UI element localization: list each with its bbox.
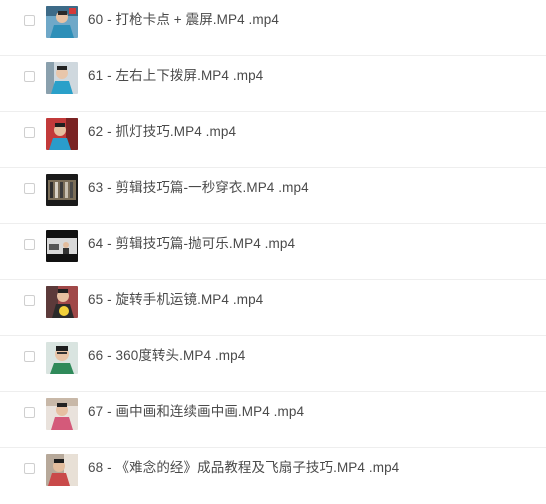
video-thumbnail[interactable] bbox=[46, 62, 78, 94]
select-checkbox[interactable] bbox=[24, 407, 35, 418]
file-row[interactable]: 66 - 360度转头.MP4 .mp4 bbox=[0, 336, 546, 392]
file-row[interactable]: 62 - 抓灯技巧.MP4 .mp4 bbox=[0, 112, 546, 168]
file-row[interactable]: 64 - 剪辑技巧篇-抛可乐.MP4 .mp4 bbox=[0, 224, 546, 280]
video-thumbnail[interactable] bbox=[46, 174, 78, 206]
video-thumbnail[interactable] bbox=[46, 454, 78, 486]
file-name[interactable]: 62 - 抓灯技巧.MP4 .mp4 bbox=[88, 124, 236, 140]
video-thumbnail[interactable] bbox=[46, 230, 78, 262]
file-name[interactable]: 67 - 画中画和连续画中画.MP4 .mp4 bbox=[88, 404, 304, 420]
video-thumbnail[interactable] bbox=[46, 6, 78, 38]
file-name[interactable]: 64 - 剪辑技巧篇-抛可乐.MP4 .mp4 bbox=[88, 236, 295, 252]
select-checkbox[interactable] bbox=[24, 15, 35, 26]
file-name[interactable]: 63 - 剪辑技巧篇-一秒穿衣.MP4 .mp4 bbox=[88, 180, 309, 196]
file-row[interactable]: 61 - 左右上下拨屏.MP4 .mp4 bbox=[0, 56, 546, 112]
file-row[interactable]: 63 - 剪辑技巧篇-一秒穿衣.MP4 .mp4 bbox=[0, 168, 546, 224]
select-checkbox[interactable] bbox=[24, 295, 35, 306]
file-name[interactable]: 65 - 旋转手机运镜.MP4 .mp4 bbox=[88, 292, 263, 308]
select-checkbox[interactable] bbox=[24, 463, 35, 474]
select-checkbox[interactable] bbox=[24, 351, 35, 362]
file-row[interactable]: 67 - 画中画和连续画中画.MP4 .mp4 bbox=[0, 392, 546, 448]
file-row[interactable]: 65 - 旋转手机运镜.MP4 .mp4 bbox=[0, 280, 546, 336]
file-row[interactable]: 60 - 打枪卡点 + 震屏.MP4 .mp4 bbox=[0, 0, 546, 56]
select-checkbox[interactable] bbox=[24, 127, 35, 138]
file-name[interactable]: 68 - 《难念的经》成品教程及飞扇子技巧.MP4 .mp4 bbox=[88, 460, 399, 476]
file-name[interactable]: 60 - 打枪卡点 + 震屏.MP4 .mp4 bbox=[88, 12, 279, 28]
select-checkbox[interactable] bbox=[24, 183, 35, 194]
video-thumbnail[interactable] bbox=[46, 118, 78, 150]
video-thumbnail[interactable] bbox=[46, 398, 78, 430]
select-checkbox[interactable] bbox=[24, 239, 35, 250]
file-list: 60 - 打枪卡点 + 震屏.MP4 .mp4 61 - 左右上下拨屏.MP4 … bbox=[0, 0, 546, 504]
file-name[interactable]: 61 - 左右上下拨屏.MP4 .mp4 bbox=[88, 68, 263, 84]
video-thumbnail[interactable] bbox=[46, 286, 78, 318]
select-checkbox[interactable] bbox=[24, 71, 35, 82]
video-thumbnail[interactable] bbox=[46, 342, 78, 374]
file-row[interactable]: 68 - 《难念的经》成品教程及飞扇子技巧.MP4 .mp4 bbox=[0, 448, 546, 504]
file-name[interactable]: 66 - 360度转头.MP4 .mp4 bbox=[88, 348, 245, 364]
